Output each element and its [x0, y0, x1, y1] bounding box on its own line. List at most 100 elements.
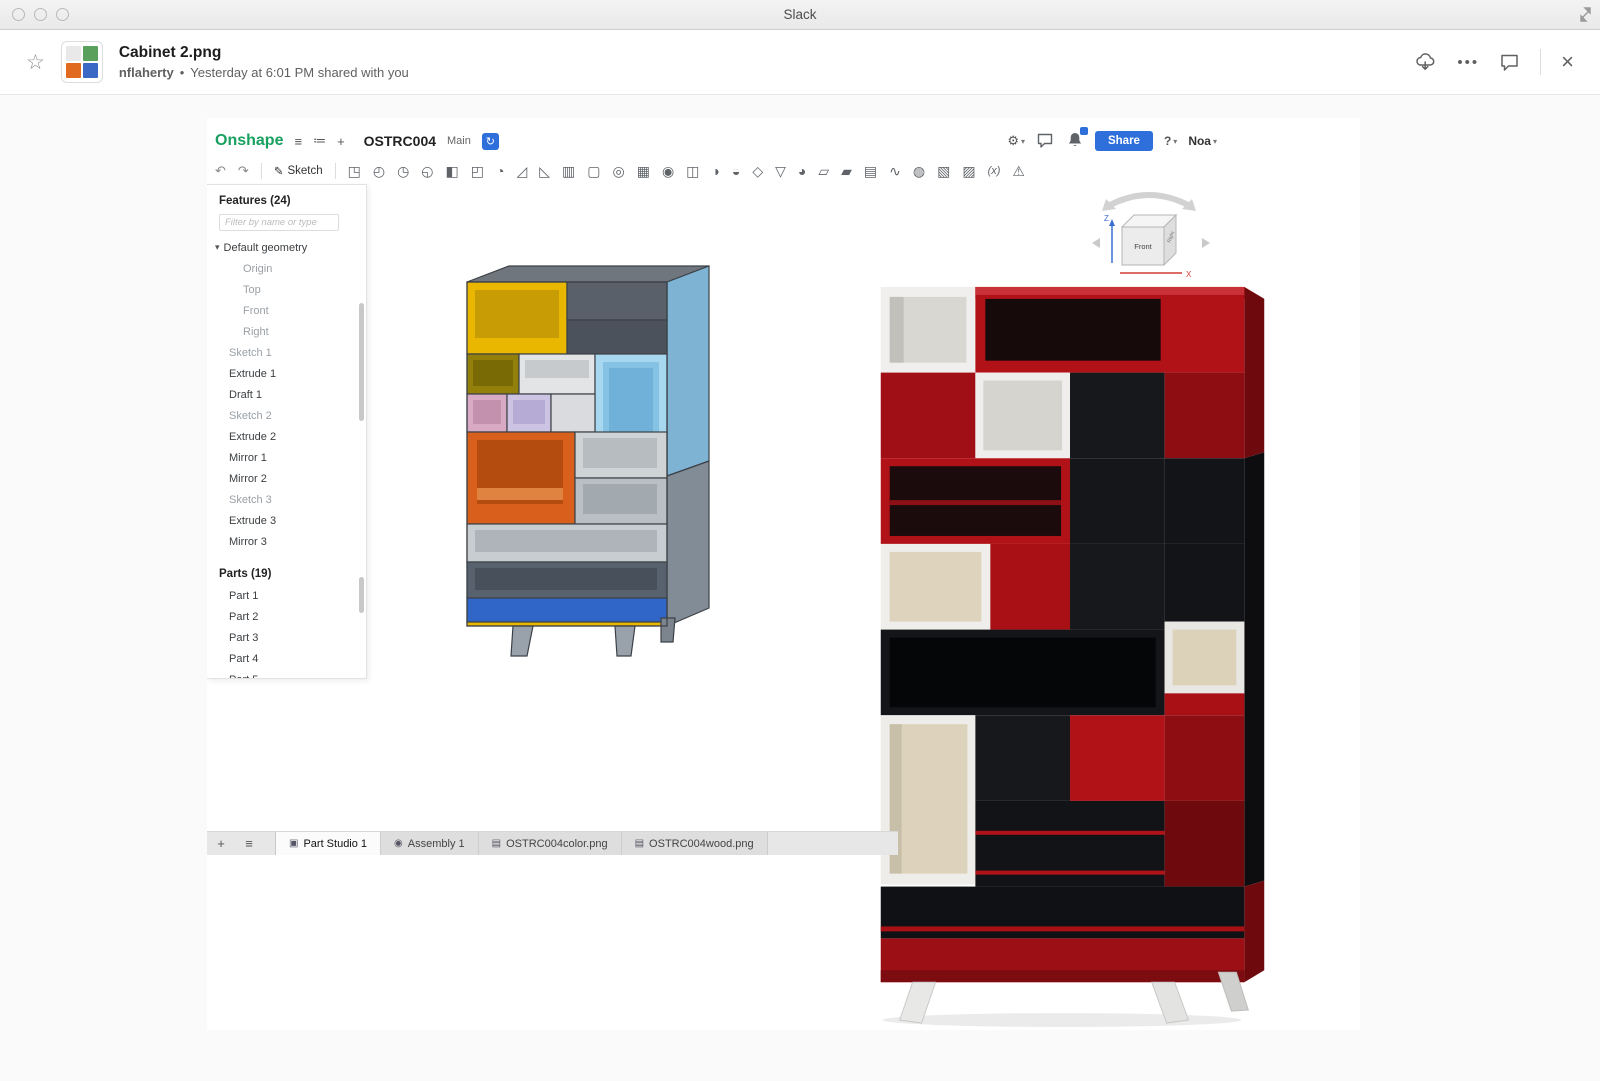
close-window-button[interactable] — [12, 8, 25, 21]
helix-icon[interactable]: ∿ — [889, 164, 901, 178]
feature-item-sketch2[interactable]: Sketch 2 — [207, 405, 366, 426]
extrude-icon[interactable]: ◳ — [348, 164, 361, 178]
titlebar: Slack — [0, 0, 1600, 30]
shell-icon[interactable]: ▢ — [587, 164, 600, 178]
part-studio-icon: ▣ — [289, 838, 298, 849]
feature-item-mirror1[interactable]: Mirror 1 — [207, 447, 366, 468]
document-title: OSTRC004 — [364, 133, 436, 149]
tab-list-icon[interactable]: ≡ — [235, 832, 263, 855]
mirror-icon[interactable]: ◫ — [686, 164, 699, 178]
notifications-bell-icon[interactable] — [1066, 131, 1084, 152]
slack-window: Slack ☆ Cabinet 2.png nflaherty • Yester… — [0, 0, 1600, 1081]
feature-item-extrude2[interactable]: Extrude 2 — [207, 426, 366, 447]
feature-item-mirror2[interactable]: Mirror 2 — [207, 468, 366, 489]
revolve-icon[interactable]: ◴ — [373, 164, 385, 178]
linear-pattern-icon[interactable]: ▦ — [637, 164, 650, 178]
split-icon[interactable]: ◒ — [732, 164, 740, 178]
branch-label[interactable]: Main — [447, 135, 471, 147]
part-item-2[interactable]: Part 2 — [207, 606, 366, 627]
delete-part-icon[interactable]: ▽ — [775, 164, 786, 178]
download-icon[interactable] — [1414, 52, 1437, 73]
feature-item-top[interactable]: Top — [207, 279, 366, 300]
feature-item-front[interactable]: Front — [207, 300, 366, 321]
frame-icon[interactable]: ▨ — [962, 164, 975, 178]
feature-item-mirror3[interactable]: Mirror 3 — [207, 531, 366, 552]
parts-scrollbar[interactable] — [359, 577, 364, 613]
sketch-button[interactable]: ✎ Sketch — [274, 164, 323, 178]
meta-separator: • — [180, 65, 185, 80]
part-item-5[interactable]: Part 5 — [207, 669, 366, 679]
content-area: Onshape ≡ ≔ + OSTRC004 Main ↻ ⚙ ▾ — [0, 95, 1600, 1081]
onshape-tab-bar: + ≡ ▣ Part Studio 1 ◉ Assembly 1 ▤ OSTRC… — [207, 831, 898, 855]
rendered-cabinet-photo — [867, 273, 1277, 1030]
hamburger-menu-icon[interactable]: ≡ — [294, 134, 302, 149]
features-scrollbar[interactable] — [359, 303, 364, 421]
part-item-1[interactable]: Part 1 — [207, 585, 366, 606]
document-tree-icon[interactable]: ≔ — [313, 133, 326, 149]
chevron-down-icon: ▾ — [1213, 137, 1217, 146]
image-icon: ▤ — [492, 838, 501, 849]
features-filter-input[interactable] — [219, 214, 339, 231]
minimize-window-button[interactable] — [34, 8, 47, 21]
feature-item-sketch3[interactable]: Sketch 3 — [207, 489, 366, 510]
star-icon[interactable]: ☆ — [26, 50, 45, 75]
sheet-metal-icon[interactable]: ▧ — [937, 164, 950, 178]
enclose-icon[interactable]: ◰ — [471, 164, 484, 178]
feature-item-extrude3[interactable]: Extrude 3 — [207, 510, 366, 531]
onshape-toolbar: ↶ ↷ ✎ Sketch ◳ ◴ ◷ ◵ ◧ ◰ ◔ ◿ ◺ ▥ ▢ ◎ — [215, 158, 1025, 184]
hole-icon[interactable]: ◎ — [612, 164, 624, 178]
chevron-down-icon: ▾ — [1021, 137, 1025, 146]
variable-icon[interactable]: (x) — [988, 166, 1001, 177]
feature-item-right[interactable]: Right — [207, 321, 366, 342]
feature-item-sketch1[interactable]: Sketch 1 — [207, 342, 366, 363]
replace-face-icon[interactable]: ▰ — [841, 164, 852, 178]
part-item-3[interactable]: Part 3 — [207, 627, 366, 648]
tab-assembly-1[interactable]: ◉ Assembly 1 — [381, 832, 479, 855]
draft-icon[interactable]: ◺ — [539, 164, 550, 178]
circular-pattern-icon[interactable]: ◉ — [662, 164, 674, 178]
tab-ostrc004color-png[interactable]: ▤ OSTRC004color.png — [479, 832, 622, 855]
feature-item-draft1[interactable]: Draft 1 — [207, 384, 366, 405]
user-menu[interactable]: Noa ▾ — [1188, 134, 1217, 148]
versions-icon[interactable]: ↻ — [482, 133, 499, 150]
comment-bubble-icon[interactable] — [1036, 132, 1055, 150]
move-face-icon[interactable]: ▱ — [818, 164, 829, 178]
thicken-icon[interactable]: ◧ — [446, 164, 459, 178]
gear-icon: ⚙ — [1007, 133, 1019, 149]
modify-fillet-icon[interactable]: ◕ — [798, 164, 806, 178]
viewcube-front-label: Front — [1134, 242, 1152, 251]
feature-item-extrude1[interactable]: Extrude 1 — [207, 363, 366, 384]
notification-badge — [1080, 127, 1088, 135]
redo-icon[interactable]: ↷ — [238, 163, 249, 179]
loft-icon[interactable]: ◵ — [421, 164, 433, 178]
feature-item-default-geometry[interactable]: ▾ Default geometry — [207, 237, 366, 258]
chamfer-icon[interactable]: ◿ — [516, 164, 527, 178]
rib-icon[interactable]: ▥ — [562, 164, 575, 178]
warning-icon[interactable]: ⚠ — [1012, 164, 1025, 178]
part-item-4[interactable]: Part 4 — [207, 648, 366, 669]
undo-icon[interactable]: ↶ — [215, 163, 226, 179]
comment-icon[interactable] — [1499, 52, 1520, 73]
settings-menu[interactable]: ⚙ ▾ — [1007, 133, 1025, 149]
fillet-icon[interactable]: ◔ — [496, 164, 504, 178]
tab-part-studio-1[interactable]: ▣ Part Studio 1 — [275, 832, 381, 855]
file-preview-image[interactable]: Onshape ≡ ≔ + OSTRC004 Main ↻ ⚙ ▾ — [207, 118, 1360, 1030]
feature-item-origin[interactable]: Origin — [207, 258, 366, 279]
more-actions-icon[interactable]: ••• — [1457, 54, 1479, 71]
close-preview-icon[interactable]: × — [1561, 51, 1574, 73]
file-author[interactable]: nflaherty — [119, 65, 174, 80]
file-meta: nflaherty • Yesterday at 6:01 PM shared … — [119, 65, 409, 80]
onshape-logo[interactable]: Onshape — [215, 132, 283, 150]
boolean-icon[interactable]: ◑ — [711, 164, 719, 178]
help-menu[interactable]: ? ▾ — [1164, 134, 1177, 148]
insert-icon[interactable]: + — [337, 134, 345, 149]
share-button[interactable]: Share — [1095, 131, 1153, 151]
sweep-icon[interactable]: ◷ — [397, 164, 409, 178]
appearance-icon[interactable]: ◍ — [913, 164, 925, 178]
add-tab-button[interactable]: + — [207, 832, 235, 855]
transform-icon[interactable]: ◇ — [752, 164, 763, 178]
zoom-window-button[interactable] — [56, 8, 69, 21]
resize-icon[interactable] — [1578, 7, 1593, 22]
plane-icon[interactable]: ▤ — [864, 164, 877, 178]
tab-ostrc004wood-png[interactable]: ▤ OSTRC004wood.png — [622, 832, 768, 855]
